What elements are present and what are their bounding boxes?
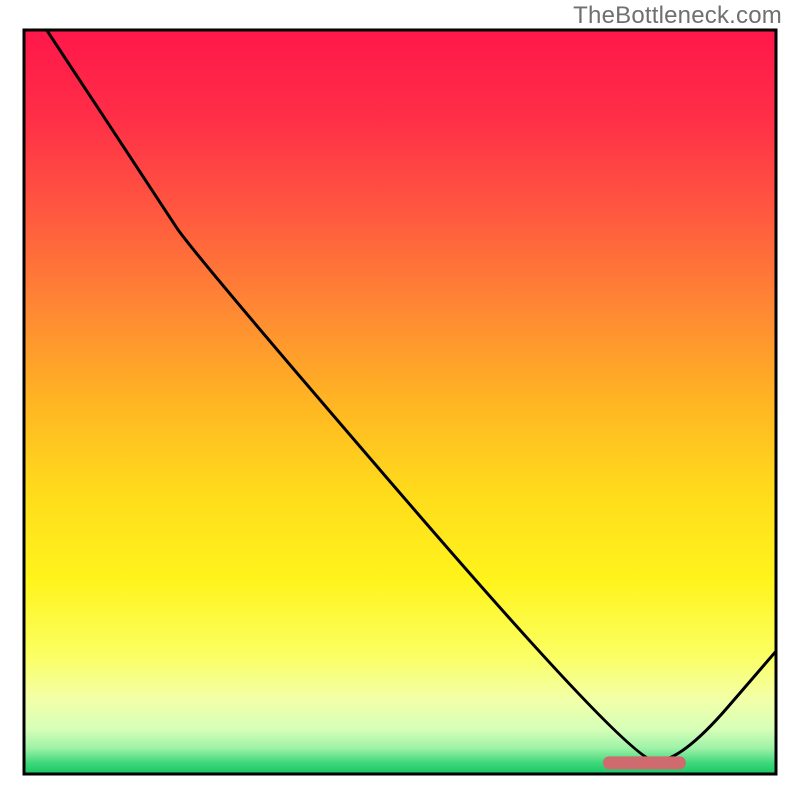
bottleneck-chart [0,0,800,800]
chart-stage: TheBottleneck.com [0,0,800,800]
plot-background [24,30,776,774]
optimum-marker [603,756,686,769]
